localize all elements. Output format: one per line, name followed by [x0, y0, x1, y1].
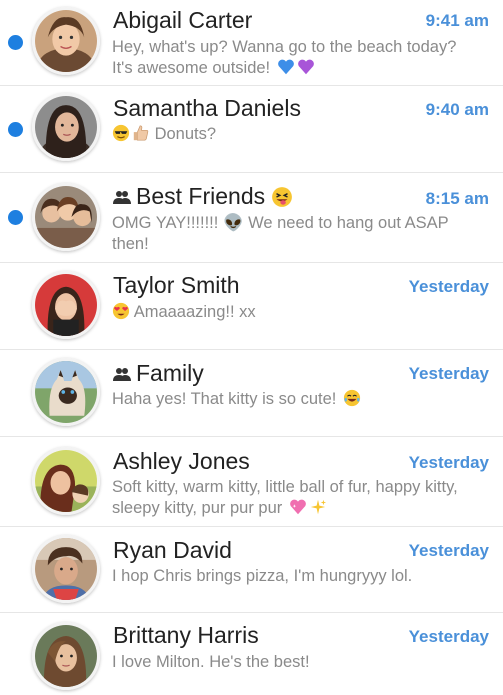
- contact-name-text: Samantha Daniels: [113, 95, 301, 121]
- message-preview-text: Soft kitty, warm kitty, little ball of f…: [112, 478, 458, 517]
- timestamp: Yesterday: [408, 364, 489, 383]
- message-preview: I love Milton. He's the best!: [112, 652, 462, 673]
- conversation-row[interactable]: Samantha Daniels 9:40 am Donuts?: [0, 86, 503, 173]
- message-preview-text: Donuts?: [154, 125, 217, 143]
- sparkles-icon: [309, 498, 327, 516]
- thumbs-up-icon: [132, 124, 150, 142]
- contact-name-text: Brittany Harris: [113, 622, 259, 648]
- avatar[interactable]: [32, 271, 100, 339]
- message-preview: OMG YAY!!!!!!! 👽 We need to hang out ASA…: [112, 213, 462, 255]
- contact-name: Samantha Daniels: [113, 95, 301, 122]
- purple-heart-icon: [297, 58, 315, 76]
- avatar[interactable]: [32, 7, 100, 75]
- group-icon: [113, 367, 131, 381]
- contact-name: Brittany Harris: [113, 622, 259, 649]
- avatar[interactable]: [32, 622, 100, 690]
- contact-name: Ryan David: [113, 537, 232, 564]
- contact-name: Ashley Jones: [113, 448, 250, 475]
- conversation-row[interactable]: Brittany Harris Yesterday I love Milton.…: [0, 613, 503, 695]
- heart-eyes-icon: [112, 302, 130, 320]
- contact-name: Family: [113, 360, 204, 387]
- sunglasses-face-icon: [112, 124, 130, 142]
- unread-indicator: [8, 35, 23, 50]
- contact-name-text: Best Friends: [136, 183, 266, 209]
- sparkling-heart-icon: [289, 498, 307, 516]
- timestamp: 8:15 am: [425, 189, 489, 208]
- contact-name: Taylor Smith: [113, 272, 240, 299]
- message-preview-text: OMG YAY!!!!!!! 👽 We need to hang out ASA…: [112, 214, 449, 253]
- message-preview: Hey, what's up? Wanna go to the beach to…: [112, 37, 462, 79]
- message-preview-text: Amaaaazing!! xx: [133, 303, 256, 321]
- contact-name: Best Friends: [113, 183, 293, 210]
- timestamp: Yesterday: [408, 277, 489, 296]
- avatar[interactable]: [32, 447, 100, 515]
- timestamp: 9:41 am: [425, 11, 489, 30]
- message-preview-text: I hop Chris brings pizza, I'm hungryyy l…: [112, 567, 413, 585]
- conversation-row[interactable]: Ashley Jones Yesterday Soft kitty, warm …: [0, 437, 503, 527]
- message-preview-text: Haha yes! That kitty is so cute!: [112, 390, 337, 408]
- conversation-row[interactable]: Abigail Carter 9:41 am Hey, what's up? W…: [0, 0, 503, 86]
- message-preview: Haha yes! That kitty is so cute!: [112, 389, 462, 410]
- blue-heart-icon: [277, 58, 295, 76]
- contact-name: Abigail Carter: [113, 7, 252, 34]
- conversation-list: Abigail Carter 9:41 am Hey, what's up? W…: [0, 0, 503, 695]
- unread-indicator: [8, 210, 23, 225]
- conversation-row[interactable]: Best Friends 8:15 am OMG YAY!!!!!!! 👽 We…: [0, 173, 503, 263]
- tears-of-joy-icon: [343, 389, 361, 407]
- avatar[interactable]: [32, 93, 100, 161]
- unread-indicator: [8, 122, 23, 137]
- avatar[interactable]: [32, 183, 100, 251]
- timestamp: Yesterday: [408, 453, 489, 472]
- timestamp: 9:40 am: [425, 100, 489, 119]
- message-preview: Donuts?: [112, 124, 462, 145]
- contact-name-text: Family: [136, 360, 204, 386]
- conversation-row[interactable]: Ryan David Yesterday I hop Chris brings …: [0, 527, 503, 613]
- conversation-row[interactable]: Taylor Smith Yesterday Amaaaazing!! xx: [0, 263, 503, 350]
- conversation-row[interactable]: Family Yesterday Haha yes! That kitty is…: [0, 350, 503, 437]
- contact-name-text: Ryan David: [113, 537, 232, 563]
- timestamp: Yesterday: [408, 541, 489, 560]
- group-icon: [113, 190, 131, 204]
- contact-name-text: Taylor Smith: [113, 272, 240, 298]
- avatar[interactable]: [32, 358, 100, 426]
- message-preview: Amaaaazing!! xx: [112, 302, 462, 323]
- contact-name-text: Abigail Carter: [113, 7, 253, 33]
- timestamp: Yesterday: [408, 627, 489, 646]
- message-preview: Soft kitty, warm kitty, little ball of f…: [112, 477, 462, 519]
- contact-name-text: Ashley Jones: [113, 448, 250, 474]
- message-preview-text: I love Milton. He's the best!: [112, 653, 310, 671]
- avatar[interactable]: [32, 535, 100, 603]
- message-preview: I hop Chris brings pizza, I'm hungryyy l…: [112, 566, 462, 587]
- tongue-face-icon: [271, 186, 293, 208]
